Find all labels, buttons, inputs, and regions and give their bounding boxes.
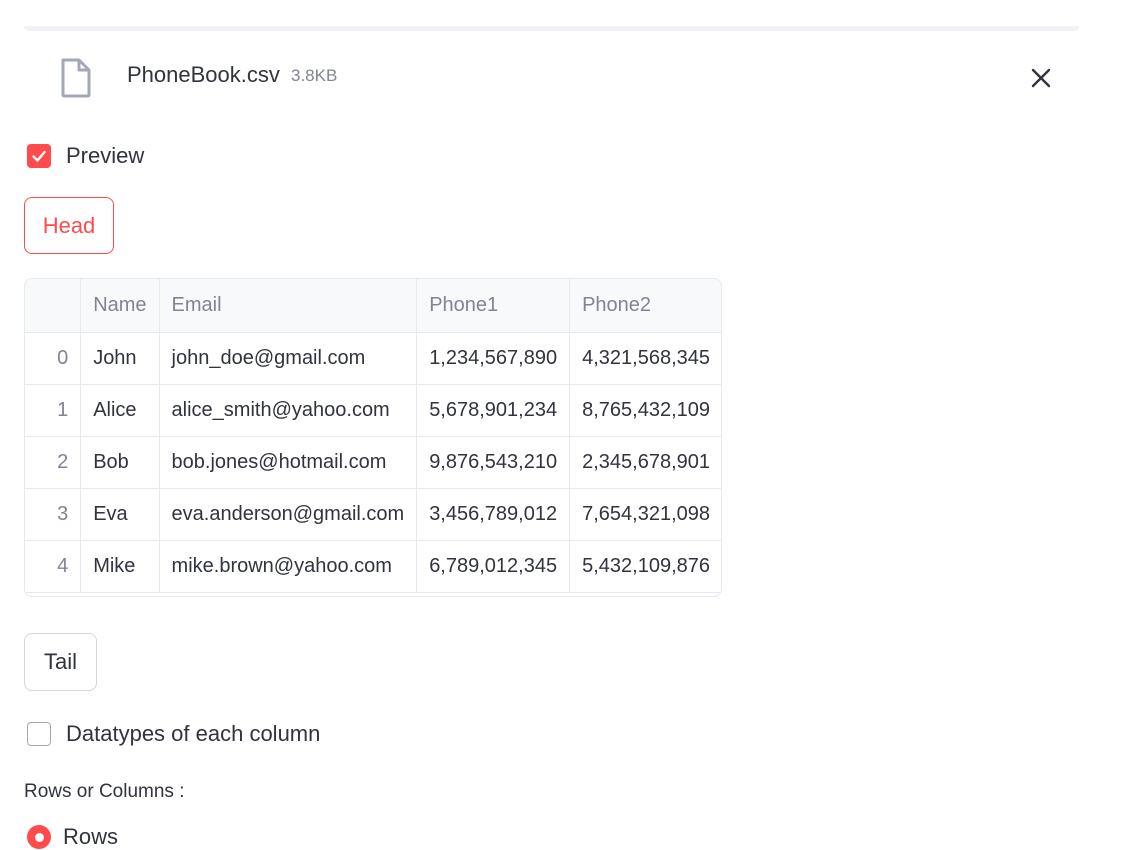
file-name: PhoneBook.csv: [127, 62, 280, 87]
radio-selected-icon[interactable]: [27, 825, 51, 849]
cell-name[interactable]: Mike: [80, 540, 160, 593]
datatypes-checkbox-label: Datatypes of each column: [66, 721, 321, 746]
radio-option-rows-label: Rows: [63, 824, 119, 849]
checkbox-checked-icon[interactable]: [27, 144, 51, 168]
dataframe-table[interactable]: Name Email Phone1 Phone2 0 John john_doe…: [24, 278, 722, 597]
column-header-name[interactable]: Name: [80, 279, 160, 333]
preview-checkbox-label: Preview: [66, 143, 145, 168]
file-icon: [60, 58, 92, 98]
row-index: 3: [25, 488, 82, 541]
cell-email[interactable]: eva.anderson@gmail.com: [159, 488, 418, 541]
cell-phone1[interactable]: 9,876,543,210: [416, 436, 571, 489]
cell-phone2[interactable]: 8,765,432,109: [569, 384, 721, 437]
close-icon: [1031, 68, 1051, 88]
column-header-phone2[interactable]: Phone2: [569, 279, 721, 333]
table-row: 4 Mike mike.brown@yahoo.com 6,789,012,34…: [25, 540, 721, 593]
column-header-email[interactable]: Email: [159, 279, 418, 333]
radio-option-rows[interactable]: Rows: [27, 824, 118, 850]
remove-file-button[interactable]: [1028, 65, 1054, 91]
uploader-dropzone-bottom-edge: [24, 26, 1079, 31]
cell-name[interactable]: Bob: [80, 436, 160, 489]
table-row: 1 Alice alice_smith@yahoo.com 5,678,901,…: [25, 384, 721, 437]
row-index: 0: [25, 332, 82, 385]
cell-phone1[interactable]: 6,789,012,345: [416, 540, 571, 593]
table-row: 3 Eva eva.anderson@gmail.com 3,456,789,0…: [25, 488, 721, 541]
cell-phone1[interactable]: 5,678,901,234: [416, 384, 571, 437]
cell-name[interactable]: John: [80, 332, 160, 385]
cell-phone1[interactable]: 1,234,567,890: [416, 332, 571, 385]
preview-checkbox[interactable]: Preview: [27, 143, 144, 169]
cell-phone2[interactable]: 2,345,678,901: [569, 436, 721, 489]
cell-email[interactable]: bob.jones@hotmail.com: [159, 436, 418, 489]
cell-phone2[interactable]: 4,321,568,345: [569, 332, 721, 385]
row-index: 2: [25, 436, 82, 489]
cell-name[interactable]: Alice: [80, 384, 160, 437]
tail-button[interactable]: Tail: [24, 633, 97, 691]
cell-email[interactable]: mike.brown@yahoo.com: [159, 540, 418, 593]
row-index: 1: [25, 384, 82, 437]
checkbox-unchecked-icon[interactable]: [27, 722, 51, 746]
rows-or-columns-label: Rows or Columns :: [24, 781, 185, 802]
table-row: 0 John john_doe@gmail.com 1,234,567,890 …: [25, 332, 721, 385]
uploaded-file-row: PhoneBook.csv 3.8KB: [24, 48, 1079, 108]
cell-phone1[interactable]: 3,456,789,012: [416, 488, 571, 541]
column-header-index[interactable]: [25, 279, 82, 333]
table-header-row: Name Email Phone1 Phone2: [25, 279, 721, 333]
cell-phone2[interactable]: 5,432,109,876: [569, 540, 721, 593]
cell-phone2[interactable]: 7,654,321,098: [569, 488, 721, 541]
datatypes-checkbox[interactable]: Datatypes of each column: [27, 721, 320, 747]
table-row: 2 Bob bob.jones@hotmail.com 9,876,543,21…: [25, 436, 721, 489]
column-header-phone1[interactable]: Phone1: [416, 279, 571, 333]
file-size: 3.8KB: [291, 66, 338, 85]
row-index: 4: [25, 540, 82, 593]
head-button[interactable]: Head: [24, 197, 114, 254]
cell-name[interactable]: Eva: [80, 488, 160, 541]
cell-email[interactable]: john_doe@gmail.com: [159, 332, 418, 385]
cell-email[interactable]: alice_smith@yahoo.com: [159, 384, 418, 437]
